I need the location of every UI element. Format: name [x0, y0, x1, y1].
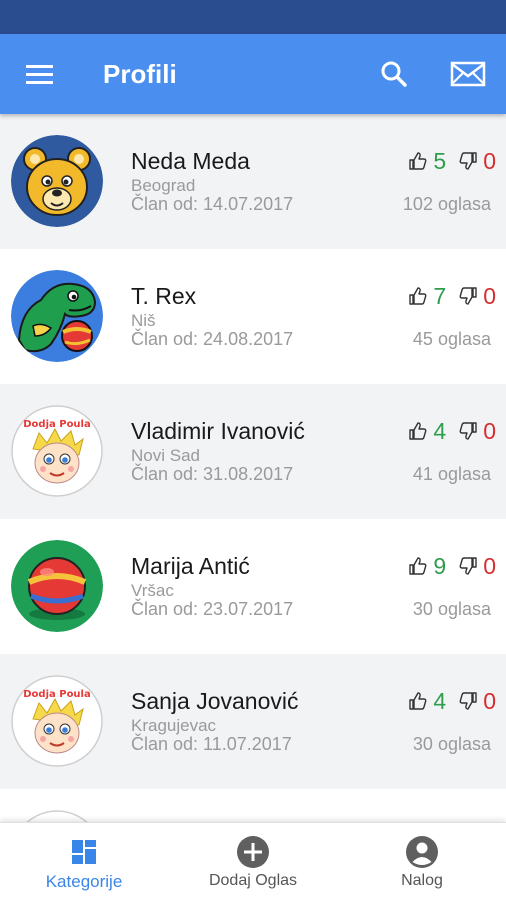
thumbs-down-icon — [458, 151, 478, 171]
profiles-list: Neda Meda Beograd Član od: 14.07.2017 5 … — [0, 114, 506, 822]
rating: 4 0 — [408, 687, 496, 715]
likes-count: 4 — [433, 687, 447, 714]
nav-label: Dodaj Oglas — [208, 872, 298, 889]
ads-count: 102 oglasa — [402, 194, 491, 214]
profile-name: Marija Antić — [131, 553, 250, 579]
rating: 7 0 — [408, 282, 496, 310]
list-item[interactable]: Dodja Poula — [0, 789, 506, 822]
thumbs-up-icon — [408, 691, 428, 711]
member-since: Član od: 14.07.2017 — [131, 194, 294, 214]
hamburger-menu-icon[interactable] — [22, 56, 58, 92]
profile-name: Neda Meda — [131, 148, 250, 174]
thumbs-down-icon — [458, 556, 478, 576]
nav-item-dodaj-oglas[interactable]: Dodaj Oglas — [169, 823, 337, 900]
dislikes-count: 0 — [483, 552, 496, 579]
member-since: Član od: 24.08.2017 — [131, 329, 294, 349]
thumbs-up-icon — [408, 556, 428, 576]
account-icon — [404, 834, 440, 870]
profile-city: Beograd — [131, 176, 196, 195]
bear-avatar — [11, 135, 103, 227]
nav-item-nalog[interactable]: Nalog — [338, 823, 506, 900]
rating: 4 0 — [408, 417, 496, 445]
ball-avatar — [11, 540, 103, 632]
profile-name: T. Rex — [131, 283, 197, 309]
dodja-poula-logo: Dodja Poula — [23, 689, 90, 700]
profile-city: Niš — [131, 311, 156, 330]
nav-label: Nalog — [401, 872, 443, 889]
thumbs-down-icon — [458, 286, 478, 306]
page-title: Profili — [103, 59, 177, 89]
nav-item-kategorije[interactable]: Kategorije — [0, 823, 168, 900]
rating: 5 0 — [408, 147, 496, 175]
thumbs-up-icon — [408, 286, 428, 306]
thumbs-up-icon — [408, 151, 428, 171]
thumbs-up-icon — [408, 421, 428, 441]
ads-count: 30 oglasa — [412, 599, 491, 619]
mail-icon[interactable] — [448, 56, 488, 92]
ads-count: 45 oglasa — [412, 329, 491, 349]
dinosaur-avatar — [11, 270, 103, 362]
profile-city: Novi Sad — [131, 446, 200, 465]
dodja-poula-avatar: Dodja Poula — [11, 405, 103, 497]
dislikes-count: 0 — [483, 147, 496, 174]
dodja-poula-logo: Dodja Poula — [23, 419, 90, 430]
list-item[interactable]: T. Rex Niš Član od: 24.08.2017 7 0 45 og… — [0, 249, 506, 384]
profile-city: Kragujevac — [131, 716, 217, 735]
app-bar: Profili — [0, 34, 506, 114]
profile-name: Vladimir Ivanović — [131, 418, 305, 444]
list-item[interactable]: Marija Antić Vršac Član od: 23.07.2017 9… — [0, 519, 506, 654]
grid-icon — [66, 834, 102, 870]
ads-count: 41 oglasa — [412, 464, 491, 484]
add-circle-icon — [235, 834, 271, 870]
likes-count: 7 — [433, 282, 447, 309]
dodja-poula-avatar: Dodja Poula — [11, 810, 103, 822]
dislikes-count: 0 — [483, 417, 496, 444]
ads-count: 30 oglasa — [412, 734, 491, 754]
rating: 9 0 — [408, 552, 496, 580]
bottom-navigation: Kategorije Dodaj Oglas Nalog — [0, 822, 506, 900]
search-icon[interactable] — [376, 56, 412, 92]
member-since: Član od: 23.07.2017 — [131, 599, 294, 619]
likes-count: 9 — [433, 552, 447, 579]
list-item[interactable]: Dodja Poula Vladimir Ivanović Novi Sad Č… — [0, 384, 506, 519]
member-since: Član od: 31.08.2017 — [131, 464, 294, 484]
nav-label: Kategorije — [45, 872, 123, 891]
thumbs-down-icon — [458, 691, 478, 711]
dodja-poula-avatar: Dodja Poula — [11, 675, 103, 767]
status-bar — [0, 0, 506, 34]
likes-count: 4 — [433, 417, 447, 444]
list-item[interactable]: Dodja Poula Sanja Jovanović Kragujevac Č… — [0, 654, 506, 789]
profile-name: Sanja Jovanović — [131, 688, 299, 714]
thumbs-down-icon — [458, 421, 478, 441]
list-item[interactable]: Neda Meda Beograd Član od: 14.07.2017 5 … — [0, 114, 506, 249]
member-since: Član od: 11.07.2017 — [131, 734, 292, 754]
profile-city: Vršac — [131, 581, 174, 600]
likes-count: 5 — [433, 147, 447, 174]
dislikes-count: 0 — [483, 687, 496, 714]
dislikes-count: 0 — [483, 282, 496, 309]
